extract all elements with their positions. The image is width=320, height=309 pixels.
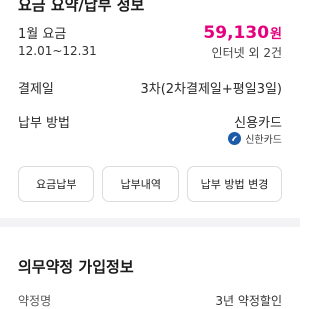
- bill-amount-unit: 원: [270, 27, 282, 42]
- contract-name-value: 3년 약정할인: [215, 294, 282, 308]
- payment-method-label: 납부 방법: [18, 116, 70, 131]
- pay-bill-button[interactable]: 요금납부: [18, 166, 95, 202]
- payment-date-value: 3차(2차결제일+평일3일): [140, 82, 282, 97]
- bill-month-label: 1월 요금: [18, 27, 67, 42]
- section-title-contract-info: 의무약정 가입정보: [18, 258, 134, 276]
- bill-amount: 59,130원: [203, 23, 282, 43]
- change-payment-method-button[interactable]: 납부 방법 변경: [186, 166, 283, 202]
- card-issuer-badge: 신한카드: [228, 131, 282, 146]
- payment-date-label: 결제일: [18, 82, 54, 97]
- payment-history-button[interactable]: 납부내역: [102, 166, 179, 202]
- payment-action-buttons: 요금납부 납부내역 납부 방법 변경: [18, 166, 283, 202]
- card-issuer-name: 신한카드: [245, 135, 282, 146]
- shinhan-logo-shape: [231, 136, 238, 142]
- payment-method-value: 신용카드: [234, 116, 282, 131]
- bill-services-note: 인터넷 외 2건: [211, 46, 282, 60]
- contract-name-label: 약정명: [18, 294, 52, 308]
- shinhan-card-logo-icon: [228, 132, 242, 145]
- section-divider: [0, 218, 300, 227]
- bill-amount-value: 59,130: [203, 23, 270, 43]
- bill-period: 12.01~12.31: [18, 44, 97, 58]
- section-title-bill-summary: 요금 요약/납부 정보: [18, 0, 145, 14]
